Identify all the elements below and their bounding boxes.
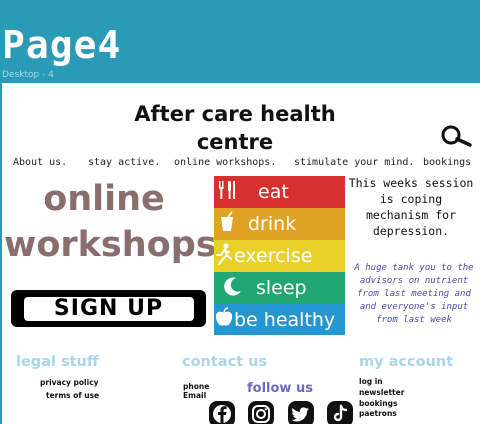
log-in-link[interactable]: log in (359, 376, 383, 387)
nav-item-bookings[interactable]: bookings (423, 156, 471, 170)
newsletter-link[interactable]: newsletter (359, 387, 404, 398)
site-title: After care health centre (134, 102, 336, 154)
poster-band-be-healthy: be healthy (214, 304, 345, 335)
cutlery-icon (214, 179, 240, 206)
legal-heading: legal stuff (16, 354, 99, 370)
page-title: Page4 (2, 23, 122, 67)
privacy-policy-link[interactable]: privacy policy (40, 377, 99, 388)
twitter-icon[interactable] (288, 401, 314, 424)
contact-phone: phone (183, 382, 210, 391)
healthy-habits-poster: eat drink exercise sleep be healthy (214, 176, 345, 335)
poster-band-drink: drink (214, 208, 345, 240)
contact-heading: contact us (182, 354, 268, 370)
poster-band-eat: eat (214, 176, 345, 208)
facebook-icon[interactable] (209, 401, 235, 424)
sign-up-label: SIGN UP (23, 296, 194, 321)
nav-item-online-workshops[interactable]: online workshops. (174, 156, 276, 170)
poster-label-sleep: sleep (256, 277, 307, 299)
poster-label-drink: drink (248, 213, 297, 235)
search-icon[interactable] (437, 125, 473, 147)
poster-label-eat: eat (258, 181, 289, 203)
poster-band-exercise: exercise (214, 240, 345, 272)
poster-label-exercise: exercise (234, 245, 313, 267)
sign-up-button[interactable]: SIGN UP (11, 290, 206, 327)
hero-heading-line-2: workshops (4, 225, 217, 265)
glass-icon (214, 211, 240, 238)
poster-label-be-healthy: be healthy (234, 308, 336, 331)
instagram-icon[interactable] (248, 401, 274, 424)
contact-email: Email (183, 391, 207, 400)
terms-of-use-link[interactable]: terms of use (46, 390, 99, 401)
nav-item-stimulate-your-mind[interactable]: stimulate your mind. (294, 156, 414, 170)
apple-icon (214, 306, 234, 333)
frame-label: Desktop - 4 (2, 70, 54, 80)
tiktok-icon[interactable] (327, 401, 353, 424)
frame-border (0, 83, 2, 424)
hero-heading: online workshops (4, 176, 217, 268)
nav-item-about-us[interactable]: About us. (13, 156, 67, 170)
hero-heading-line-1: online (43, 179, 165, 219)
running-person-icon (214, 243, 234, 270)
moon-icon (220, 275, 246, 302)
poster-band-sleep: sleep (214, 272, 345, 304)
thanks-message: A huge tank you to the advisors on nutri… (354, 263, 474, 325)
session-announcement: This weeks session is coping mechanism f… (348, 176, 474, 238)
paetrons-link[interactable]: paetrons (359, 408, 397, 419)
nav-item-stay-active[interactable]: stay active. (88, 156, 160, 170)
account-heading: my account (359, 354, 454, 370)
follow-us-heading: follow us (247, 381, 313, 396)
